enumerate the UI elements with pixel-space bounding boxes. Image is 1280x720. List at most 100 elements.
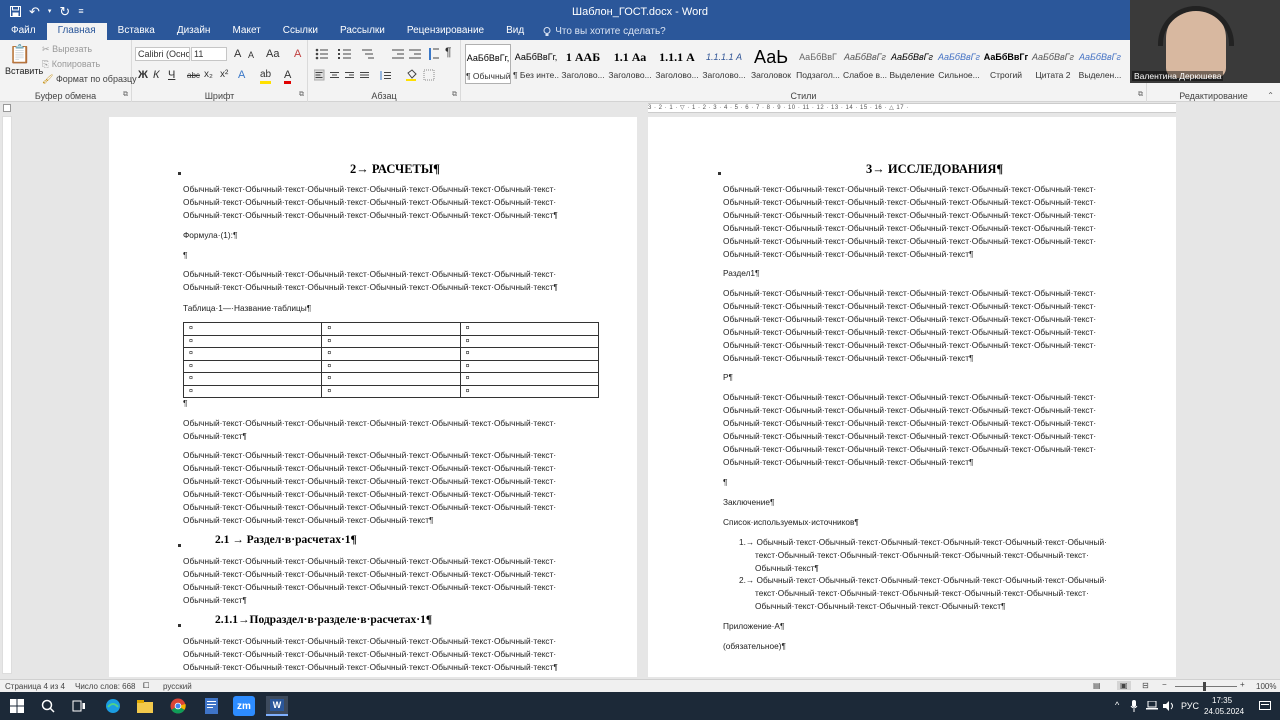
redo-icon[interactable]: ↻ <box>59 5 70 18</box>
tray-chevron-icon[interactable]: ^ <box>1115 700 1119 710</box>
tab-references[interactable]: Ссылки <box>272 23 329 40</box>
edge-icon[interactable] <box>102 696 124 716</box>
align-right-icon[interactable] <box>345 72 354 78</box>
tab-design[interactable]: Дизайн <box>166 23 222 40</box>
document-page-1[interactable]: 2→ РАСЧЕТЫ¶ Обычный·текст·Обычный·текст·… <box>109 117 637 677</box>
zoom-app-icon[interactable]: zm <box>233 696 255 716</box>
tell-me-box[interactable]: Что вы хотите сделать? <box>543 23 666 40</box>
style-heading1[interactable]: 1 ААБ Заголово... <box>560 44 606 84</box>
cut-button[interactable]: ✂ Вырезать <box>42 44 92 55</box>
notifications-icon[interactable] <box>1259 701 1271 711</box>
table-caption[interactable]: Таблица·1—·Название·таблицы¶ <box>183 302 311 315</box>
page-count[interactable]: Страница 4 из 4 <box>5 682 65 691</box>
paragraph[interactable]: Обычный·текст·Обычный·текст·Обычный·текс… <box>723 183 1096 261</box>
tab-review[interactable]: Рецензирование <box>396 23 495 40</box>
style-subtitle[interactable]: АаБбВвГ Подзагол... <box>795 44 841 84</box>
table-cell[interactable]: ¤ <box>321 322 461 336</box>
borders-icon[interactable] <box>423 69 435 81</box>
increase-indent-icon[interactable] <box>409 49 421 59</box>
table-cell[interactable]: ¤ <box>459 359 600 373</box>
style-emphasis[interactable]: АаБбВвГг Выделение <box>889 44 935 84</box>
style-normal[interactable]: АаБбВвГг, ¶ Обычный <box>465 44 511 84</box>
print-layout-icon[interactable]: ▣ <box>1117 681 1131 690</box>
notepad-icon[interactable] <box>200 696 222 716</box>
paragraph[interactable]: Обычный·текст·Обычный·текст·Обычный·текс… <box>183 635 558 674</box>
web-layout-icon[interactable]: ⊟ <box>1142 681 1149 690</box>
table-cell[interactable]: ¤ <box>321 372 461 386</box>
word-app-icon[interactable]: W <box>266 696 288 716</box>
style-quote2[interactable]: АаБбВвГг Цитата 2 <box>1030 44 1076 84</box>
table-cell[interactable]: ¤ <box>182 347 323 361</box>
heading-section-2-1[interactable]: 2.1 → Раздел·в·расчетах·1¶ <box>215 534 357 546</box>
vertical-ruler[interactable] <box>2 116 12 674</box>
strikethrough-icon[interactable]: abc <box>187 70 200 82</box>
copy-button[interactable]: ⎘ Копировать <box>42 59 100 70</box>
horizontal-ruler[interactable]: 3 · 2 · 1 · ▽ · 1 · 2 · 3 · 4 · 5 · 6 · … <box>648 103 1176 113</box>
laptop-icon[interactable] <box>1146 701 1158 711</box>
document-table[interactable]: ¤ ¤ ¤ ¤ ¤ ¤ ¤ ¤ ¤ ¤ ¤ ¤ ¤ ¤ ¤ ¤ ¤ ¤ <box>182 322 600 398</box>
grow-font-icon[interactable]: A <box>234 48 241 60</box>
clear-formatting-icon[interactable]: A <box>294 48 301 60</box>
zoom-slider-thumb[interactable] <box>1203 682 1206 691</box>
empty-paragraph[interactable]: ¶ <box>723 476 727 489</box>
font-launcher-icon[interactable]: ⧉ <box>299 91 304 99</box>
font-size-combo[interactable]: 11 <box>191 47 227 61</box>
save-icon[interactable] <box>10 6 21 17</box>
multilevel-list-icon[interactable] <box>362 49 374 59</box>
paste-button[interactable]: 📋 Вставить <box>5 42 43 76</box>
tab-insert[interactable]: Вставка <box>107 23 166 40</box>
table-cell[interactable]: ¤ <box>459 347 600 361</box>
heading-research[interactable]: 3→ ИССЛЕДОВАНИЯ¶ <box>866 162 1003 177</box>
show-marks-icon[interactable]: ¶ <box>445 46 451 58</box>
underline-icon[interactable]: Ч <box>168 69 175 81</box>
mandatory-label[interactable]: (обязательное)¶ <box>723 640 786 653</box>
zoom-slider[interactable] <box>1175 686 1237 687</box>
search-icon[interactable] <box>37 696 59 716</box>
list-item[interactable]: 1.→ Обычный·текст·Обычный·текст·Обычный·… <box>739 536 1107 575</box>
clipboard-launcher-icon[interactable]: ⧉ <box>123 91 128 99</box>
heading-calculations[interactable]: 2→ РАСЧЕТЫ¶ <box>350 162 440 177</box>
volume-icon[interactable] <box>1163 701 1175 711</box>
style-subtle-emphasis[interactable]: АаБбВвГг Слабое в... <box>842 44 888 84</box>
dropdown-icon[interactable]: ▾ <box>48 5 52 18</box>
paragraph[interactable]: Обычный·текст·Обычный·текст·Обычный·текс… <box>183 183 558 222</box>
formula-label[interactable]: Формула·(1):¶ <box>183 229 237 242</box>
align-center-icon[interactable] <box>330 72 339 78</box>
paragraph[interactable]: Обычный·текст·Обычный·текст·Обычный·текс… <box>723 287 1096 365</box>
style-strong[interactable]: АаБбВвГг Строгий <box>983 44 1029 84</box>
table-cell[interactable]: ¤ <box>459 334 600 348</box>
heading-subsection-2-1-1[interactable]: 2.1.1→Подраздел·в·разделе·в·расчетах·1¶ <box>215 614 432 626</box>
table-cell[interactable]: ¤ <box>182 372 323 386</box>
cursor-paragraph[interactable]: Р¶ <box>723 371 733 384</box>
style-heading4[interactable]: 1.1.1.1 А Заголово... <box>701 44 747 84</box>
proofing-icon[interactable]: ⧠ <box>143 681 149 691</box>
font-color-icon[interactable]: A <box>284 69 292 84</box>
sources-label[interactable]: Список·используемых·источников¶ <box>723 516 859 529</box>
change-case-icon[interactable]: Aa <box>266 48 279 60</box>
empty-paragraph[interactable]: ¶ <box>183 249 187 262</box>
bullets-icon[interactable] <box>315 48 328 60</box>
paragraph[interactable]: Обычный·текст·Обычный·текст·Обычный·текс… <box>183 555 556 607</box>
text-effects-icon[interactable]: A <box>238 69 245 81</box>
paragraph[interactable]: Обычный·текст·Обычный·текст·Обычный·текс… <box>723 391 1096 469</box>
style-heading2[interactable]: 1.1 Аа Заголово... <box>607 44 653 84</box>
windows-start-icon[interactable] <box>6 696 28 716</box>
align-left-icon[interactable] <box>314 69 325 81</box>
font-name-combo[interactable]: Calibri (Осно <box>135 47 190 61</box>
bold-icon[interactable]: Ж <box>138 69 148 81</box>
paragraph-launcher-icon[interactable]: ⧉ <box>452 91 457 99</box>
shading-icon[interactable] <box>406 69 417 81</box>
table-cell[interactable]: ¤ <box>182 322 323 336</box>
table-cell[interactable]: ¤ <box>182 359 323 373</box>
collapse-ribbon-icon[interactable]: ⌃ <box>1267 91 1274 100</box>
tab-layout[interactable]: Макет <box>221 23 271 40</box>
table-cell[interactable]: ¤ <box>321 334 461 348</box>
table-cell[interactable]: ¤ <box>182 334 323 348</box>
styles-launcher-icon[interactable]: ⧉ <box>1138 91 1143 99</box>
paragraph[interactable]: Обычный·текст·Обычный·текст·Обычный·текс… <box>183 417 556 443</box>
paragraph[interactable]: Обычный·текст·Обычный·текст·Обычный·текс… <box>183 449 556 527</box>
sort-icon[interactable] <box>429 48 439 60</box>
tab-view[interactable]: Вид <box>495 23 535 40</box>
conclusion-label[interactable]: Заключение¶ <box>723 496 774 509</box>
clock-time[interactable]: 17:35 <box>1212 696 1232 705</box>
